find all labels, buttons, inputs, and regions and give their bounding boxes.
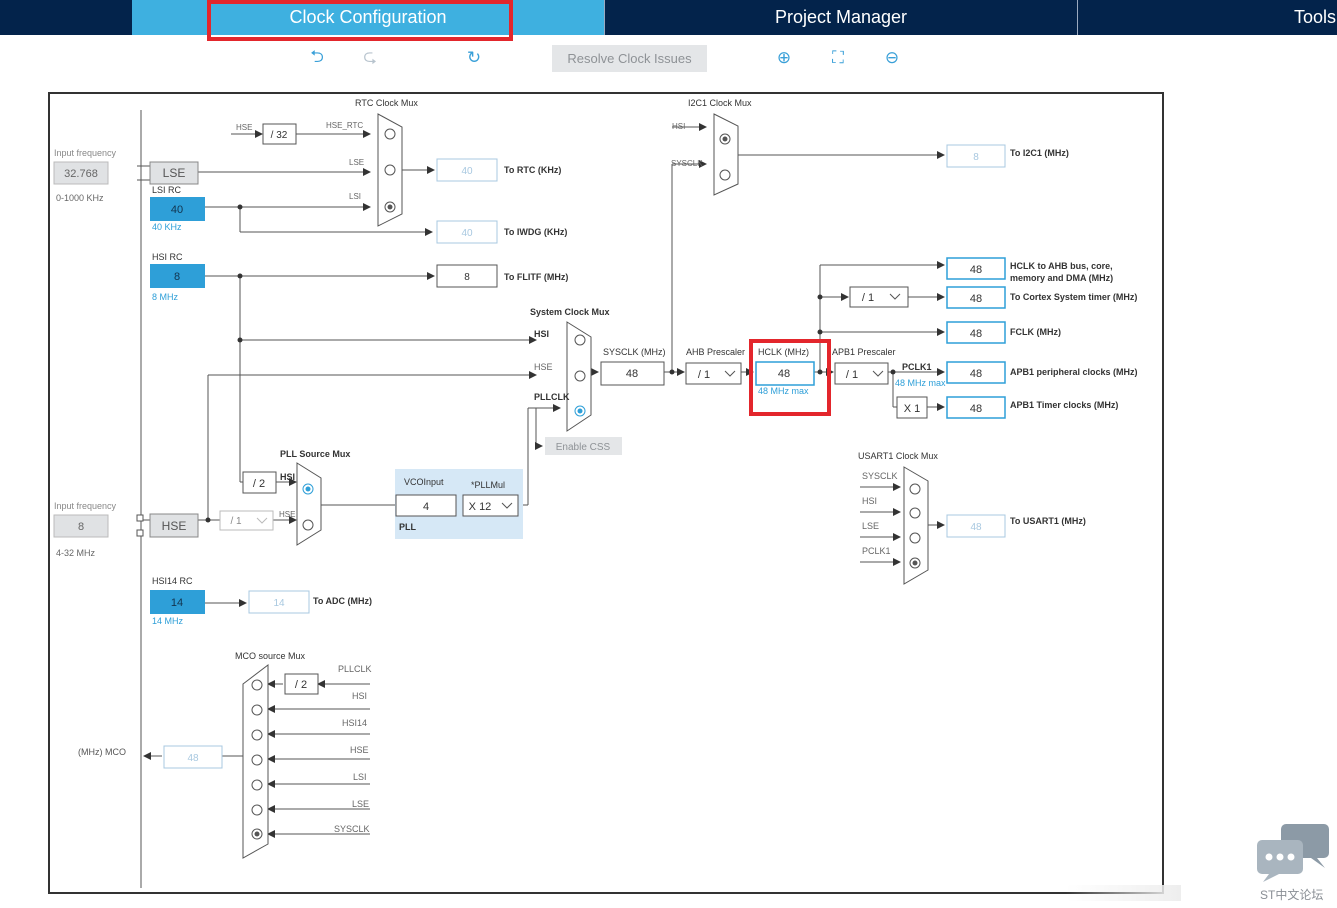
hse-label: HSE [162,519,187,533]
usart-in-lse: LSE [862,521,879,531]
hse-range: 4-32 MHz [56,548,96,558]
output-apb1-timer-label: APB1 Timer clocks (MHz) [1010,400,1118,410]
sysclk-value[interactable]: 48 [626,368,638,380]
chat-bubbles-icon[interactable] [1255,822,1331,882]
pll-source-mux-title: PLL Source Mux [280,449,350,459]
sys-pllclk-label: PLLCLK [534,392,570,402]
pll-src-hse: HSE [279,510,295,519]
hclk-value[interactable]: 48 [778,368,790,380]
output-hclk-ahb-label2: memory and DMA (MHz) [1010,273,1113,283]
mco-in-hsi: HSI [352,691,367,701]
forum-label: ST中文论坛 [1260,888,1324,902]
mco-in-sysclk: SYSCLK [334,824,370,834]
usart-in-hsi: HSI [862,496,877,506]
pclk1-label: PCLK1 [902,362,932,372]
vco-input-value: 4 [423,501,429,513]
i2c-hsi-label: HSI [672,122,685,131]
fade-bar [1066,885,1181,901]
output-cortex-label: To Cortex System timer (MHz) [1010,292,1137,302]
adc-label: To ADC (MHz) [313,596,372,606]
hse-divider-value[interactable]: / 1 [230,516,242,527]
output-apb1-periph-value[interactable]: 48 [970,368,982,380]
mco-in-hsi14: HSI14 [342,718,367,728]
hsi-rc-value: 8 [174,271,180,283]
lse-range: 0-1000 KHz [56,193,104,203]
flitf-label: To FLITF (MHz) [504,272,568,282]
cortex-divider-value[interactable]: / 1 [862,292,874,304]
output-fclk-value[interactable]: 48 [970,328,982,340]
mco-in-lse: LSE [352,799,369,809]
iwdg-value: 40 [461,228,473,239]
output-fclk-label: FCLK (MHz) [1010,327,1061,337]
mco-value: 48 [187,753,199,764]
apb1-prescaler-value[interactable]: / 1 [846,369,858,381]
hse-input-label: Input frequency [54,501,117,511]
rtc-hse-rtc-label: HSE_RTC [326,121,363,130]
lse-input-value[interactable]: 32.768 [64,168,98,180]
lse-label: LSE [163,166,186,180]
pllmul-value[interactable]: X 12 [469,501,492,513]
hsi14-value: 14 [171,597,183,609]
output-apb1-timer-value[interactable]: 48 [970,403,982,415]
i2c-value: 8 [973,152,979,163]
apb1-prescaler-label: APB1 Prescaler [832,347,896,357]
i2c-sysclk-label: SYSCLK [671,159,703,168]
vco-input-label: VCOInput [404,477,444,487]
usart-in-pclk1: PCLK1 [862,546,891,556]
hsi-rc-label: HSI RC [152,252,183,262]
mco-div2: / 2 [295,679,307,691]
lsi-rc-sub: 40 KHz [152,222,182,232]
pll-label: PLL [399,522,417,532]
hclk-label: HCLK (MHz) [758,347,809,357]
rtc-value: 40 [461,166,473,177]
usart-mux-title: USART1 Clock Mux [858,451,938,461]
sys-mux-title: System Clock Mux [530,307,610,317]
ahb-prescaler-label: AHB Prescaler [686,347,745,357]
rtc-lsi-label: LSI [349,192,361,201]
hsi-rc-sub: 8 MHz [152,292,179,302]
rtc-hse-label: HSE [236,123,252,132]
pll-source-mux[interactable] [296,462,322,546]
sys-hsi-label: HSI [534,329,549,339]
timer-multiplier: X 1 [904,403,921,415]
usart-value: 48 [970,522,982,533]
output-hclk-ahb-value[interactable]: 48 [970,264,982,276]
mco-in-hse: HSE [350,745,369,755]
mco-in-lsi: LSI [353,772,367,782]
pll-src-hsi: HSI [280,472,295,482]
ahb-prescaler-value[interactable]: / 1 [698,369,710,381]
enable-css-button[interactable]: Enable CSS [556,442,611,453]
usart-in-sysclk: SYSCLK [862,471,898,481]
rtc-lse-label: LSE [349,158,364,167]
output-apb1-periph-label: APB1 peripheral clocks (MHz) [1010,367,1138,377]
lse-input-label: Input frequency [54,148,117,158]
rtc-div32: / 32 [271,130,288,141]
pclk1-max: 48 MHz max [895,378,946,388]
output-hclk-ahb-label: HCLK to AHB bus, core, [1010,261,1113,271]
rtc-label: To RTC (KHz) [504,165,561,175]
mco-mux-title: MCO source Mux [235,651,306,661]
output-cortex-value[interactable]: 48 [970,293,982,305]
pllmul-label: *PLLMul [471,480,505,490]
hsi14-label: HSI14 RC [152,576,193,586]
i2c-mux[interactable] [713,113,739,196]
iwdg-label: To IWDG (KHz) [504,227,567,237]
mco-in-pllclk: PLLCLK [338,664,372,674]
sys-hse-label: HSE [534,362,553,372]
hse-input-value[interactable]: 8 [78,521,84,533]
lsi-rc-label: LSI RC [152,185,182,195]
rtc-mux-title: RTC Clock Mux [355,98,418,108]
hsi14-sub: 14 MHz [152,616,184,626]
mco-label: (MHz) MCO [78,747,126,757]
sysclk-label: SYSCLK (MHz) [603,347,666,357]
lsi-rc-value: 40 [171,204,183,216]
pll-src-div2: / 2 [253,478,265,490]
usart-label: To USART1 (MHz) [1010,516,1086,526]
hclk-max: 48 MHz max [758,386,809,396]
i2c-label: To I2C1 (MHz) [1010,148,1069,158]
adc-value: 14 [273,598,285,609]
clock-tree-diagram: Input frequency 32.768 0-1000 KHz LSE LS… [53,98,1138,888]
flitf-value: 8 [464,272,470,283]
i2c-mux-title: I2C1 Clock Mux [688,98,752,108]
